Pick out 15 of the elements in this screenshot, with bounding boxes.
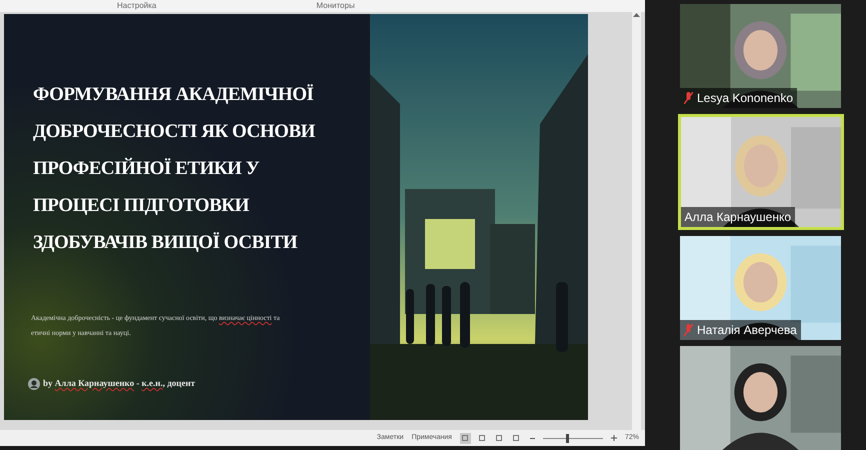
zoom-in-icon[interactable] <box>610 435 617 441</box>
scrollbar[interactable] <box>632 12 641 430</box>
ribbon-group-label: Мониторы <box>316 0 355 12</box>
view-button[interactable] <box>510 432 522 444</box>
ribbon-group-label: Настройка <box>117 0 156 12</box>
view-button[interactable] <box>494 432 505 444</box>
slider-thumb[interactable] <box>566 434 569 442</box>
view-button[interactable] <box>476 432 488 444</box>
participant-name: Алла Карнаушенко <box>684 208 792 226</box>
avatar-icon <box>28 378 40 390</box>
author-line: by Алла Карнаушенко - к.е.н., доцент <box>43 377 196 390</box>
participant-name: Наталія Аверчева <box>697 322 797 339</box>
participant-name: Lesya Kononenko <box>697 90 794 108</box>
slide-title: ФОРМУВАННЯ АКАДЕМІЧНОЇ ДОБРОЧЕСНОСТІ ЯК ОСНОВИ ПРОФЕСІЙНОЇ ЕТИКИ У ПРОЦЕСІ ПІДГОТОВКИ ЗДОБУВАЧІВ ВИЩОЇ ОСВІТИ <box>33 83 316 255</box>
view-button[interactable] <box>460 432 471 444</box>
